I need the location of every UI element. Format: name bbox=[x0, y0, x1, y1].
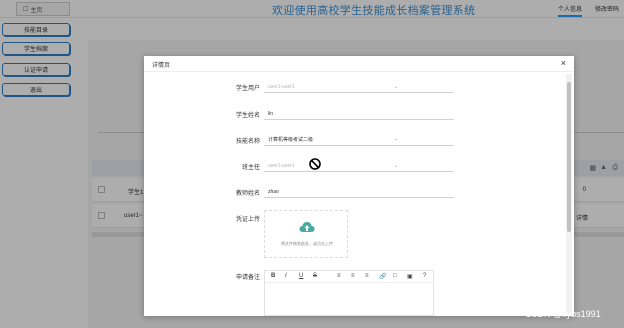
underline-button[interactable]: U bbox=[299, 273, 303, 279]
image-button[interactable]: ▣ bbox=[407, 273, 413, 280]
watermark: CSDN @kybs1991 bbox=[525, 309, 601, 319]
select-placeholder: user1-user1 bbox=[268, 83, 295, 90]
modal-title: 详情页 bbox=[152, 63, 171, 69]
field-label: 学生姓名 bbox=[235, 113, 260, 119]
select-placeholder: user1-user1 bbox=[268, 162, 295, 169]
field-label: 班主任 bbox=[241, 165, 260, 171]
field-value: zhao bbox=[268, 188, 279, 195]
not-allowed-cursor-icon bbox=[309, 158, 321, 170]
link-button[interactable]: 🔗 bbox=[379, 273, 386, 280]
chevron-down-icon: ⌄ bbox=[394, 136, 399, 142]
field-label: 凭证上传 bbox=[235, 217, 260, 223]
student-name-field[interactable]: lin bbox=[264, 108, 454, 120]
align-left-button[interactable]: ≡ bbox=[337, 273, 341, 279]
scrollbar-thumb[interactable] bbox=[567, 82, 571, 232]
field-label: 技能名称 bbox=[235, 139, 260, 145]
upload-hint: 将文件拖到此处，或点击上传 bbox=[281, 241, 333, 246]
field-value: lin bbox=[268, 110, 274, 117]
field-label: 申请备注 bbox=[235, 275, 260, 281]
strikethrough-button[interactable]: S bbox=[313, 273, 317, 279]
chevron-down-icon: ⌄ bbox=[394, 163, 399, 169]
face-button[interactable]: □ bbox=[393, 273, 397, 279]
editor-toolbar: B I U S ≡ ≡ ≡ 🔗 □ ▣ ? bbox=[265, 271, 435, 283]
field-label: 教师姓名 bbox=[235, 191, 260, 197]
close-icon[interactable]: × bbox=[561, 58, 566, 68]
modal-header: 详情页 × bbox=[144, 56, 574, 72]
detail-modal: 详情页 × 学生用户 user1-user1 ⌄ 学生姓名 lin 技能名称 计… bbox=[144, 56, 574, 316]
chevron-down-icon: ⌄ bbox=[394, 84, 399, 90]
teacher-name-field[interactable]: zhao bbox=[264, 186, 454, 198]
cloud-upload-icon bbox=[299, 222, 315, 232]
align-right-button[interactable]: ≡ bbox=[365, 273, 369, 279]
bold-button[interactable]: B bbox=[271, 273, 275, 279]
italic-button[interactable]: I bbox=[285, 273, 287, 279]
upload-dropzone[interactable]: 将文件拖到此处，或点击上传 bbox=[264, 210, 348, 258]
align-center-button[interactable]: ≡ bbox=[351, 273, 355, 279]
field-label: 学生用户 bbox=[235, 86, 260, 92]
modal-scrollbar[interactable] bbox=[566, 74, 572, 314]
remark-editor[interactable]: B I U S ≡ ≡ ≡ 🔗 □ ▣ ? bbox=[264, 270, 435, 316]
select-value: 计算机等级考试二级 bbox=[268, 137, 314, 143]
help-button[interactable]: ? bbox=[423, 273, 426, 279]
